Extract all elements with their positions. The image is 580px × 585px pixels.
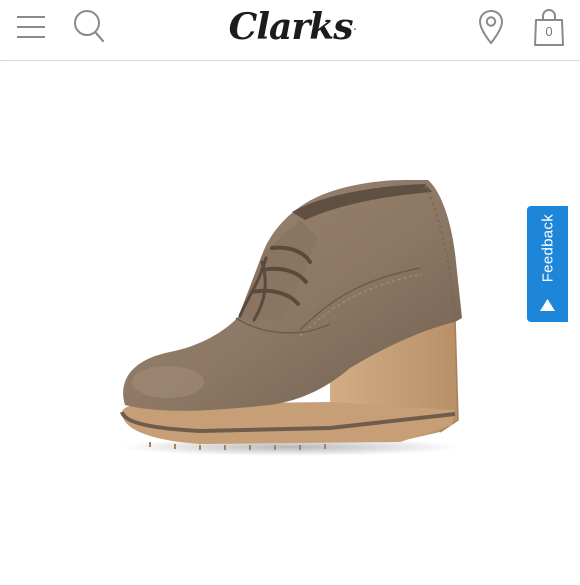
arrow-up-icon [540, 299, 555, 311]
feedback-label: Feedback [539, 214, 556, 282]
store-locator-button[interactable] [472, 6, 510, 48]
hamburger-menu-icon [17, 16, 45, 38]
bag-count: 0 [545, 24, 553, 39]
logo-text: Clarks [228, 6, 354, 48]
feedback-label-text: Feedback [539, 214, 556, 283]
feedback-tab[interactable]: Feedback [527, 206, 568, 322]
location-pin-icon [478, 9, 504, 45]
product-image [120, 180, 463, 456]
feedback-tab-inner: Feedback [527, 206, 568, 322]
clarks-logo[interactable]: Clarks. [222, 6, 362, 48]
shopping-bag-button[interactable]: 0 [530, 6, 568, 48]
menu-button[interactable] [10, 8, 52, 46]
product-image-area [0, 61, 580, 580]
logo-mark: . [353, 22, 357, 32]
search-button[interactable] [68, 6, 110, 46]
site-header: Clarks. 0 [0, 0, 580, 61]
search-icon [74, 10, 105, 43]
